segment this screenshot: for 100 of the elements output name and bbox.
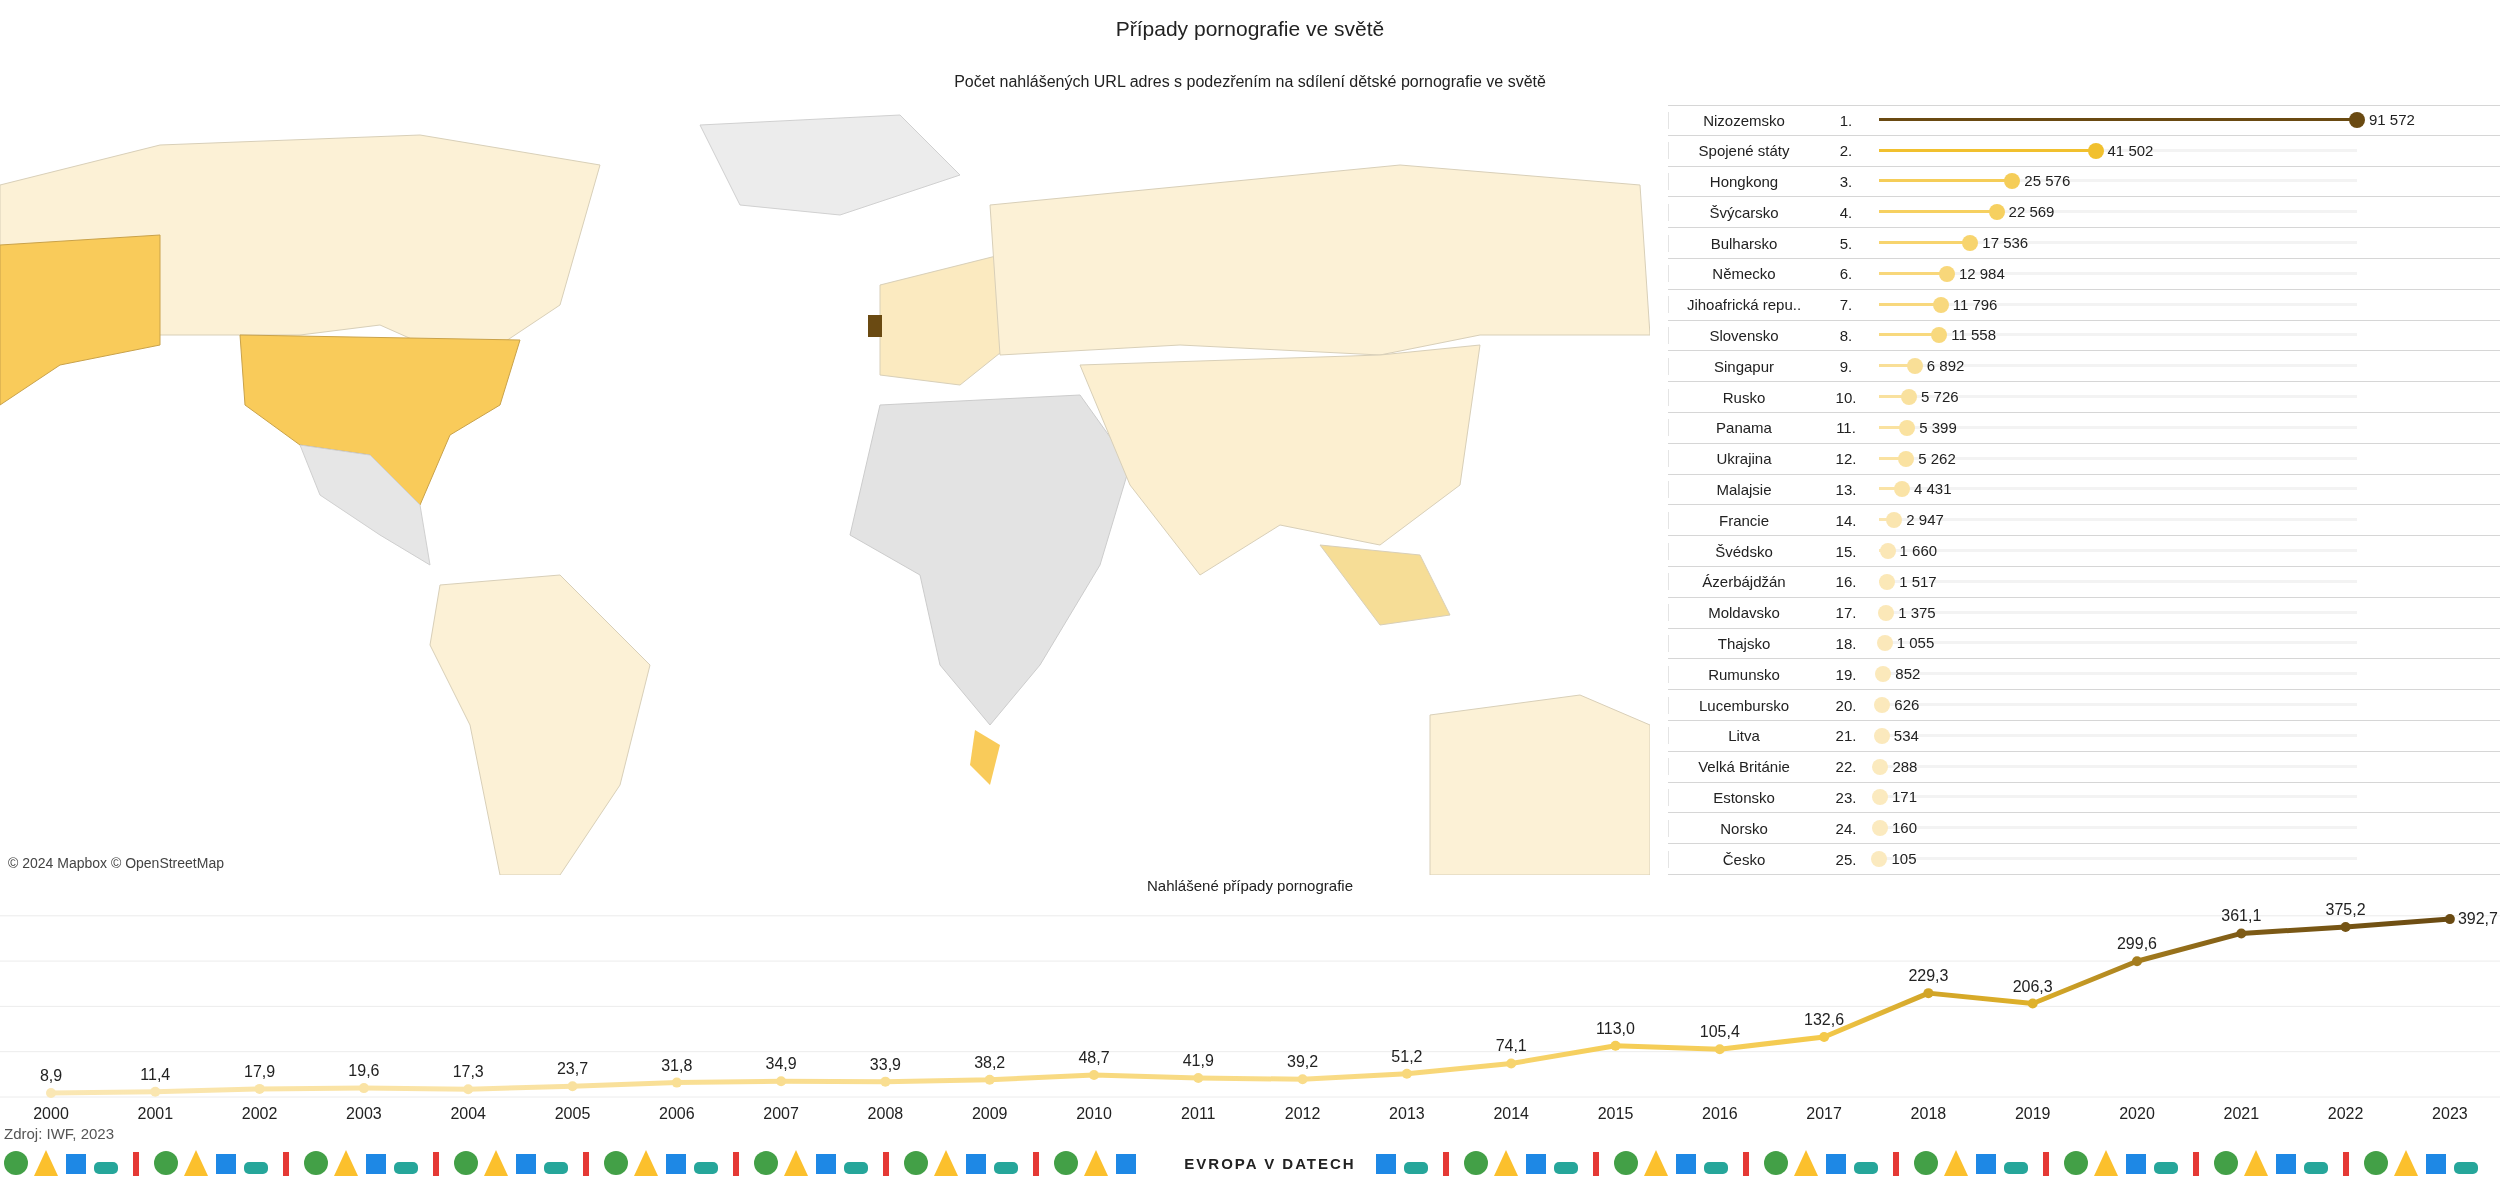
axis-label: 2021 bbox=[2223, 1104, 2260, 1122]
data-label: 17,9 bbox=[244, 1062, 276, 1080]
axis-label: 2019 bbox=[2014, 1104, 2051, 1122]
lollipop-dot bbox=[1875, 666, 1892, 683]
axis-label: 2023 bbox=[2432, 1104, 2468, 1122]
value-label: 852 bbox=[1895, 665, 1921, 684]
rank-number: 11. bbox=[1835, 419, 1857, 437]
rank-number: 1. bbox=[1838, 111, 1854, 129]
rank-number: 7. bbox=[1838, 296, 1854, 314]
lollipop-dot bbox=[2349, 112, 2365, 129]
map-attribution: © 2024 Mapbox © OpenStreetMap bbox=[8, 855, 224, 871]
rank-number: 25. bbox=[1834, 850, 1858, 868]
data-point bbox=[2027, 998, 2038, 1009]
country-name: Ukrajina bbox=[1668, 450, 1819, 468]
data-point bbox=[1714, 1044, 1725, 1055]
data-point bbox=[254, 1083, 265, 1094]
axis-label: 2002 bbox=[241, 1104, 278, 1122]
data-point bbox=[1089, 1069, 1099, 1080]
lollipop-dot bbox=[1876, 635, 1893, 652]
lollipop-dot bbox=[1962, 235, 1979, 252]
lollipop-dot bbox=[1878, 604, 1895, 621]
value-label: 2 947 bbox=[1906, 511, 1944, 530]
data-label: 39,2 bbox=[1287, 1053, 1319, 1071]
chart-title: Nahlášené případy pornografie bbox=[1146, 876, 1354, 896]
axis-label: 2017 bbox=[1806, 1104, 1842, 1122]
data-label: 33,9 bbox=[869, 1055, 901, 1073]
country-name: Malajsie bbox=[1668, 480, 1819, 498]
value-label: 160 bbox=[1891, 819, 1917, 838]
lollipop-dot bbox=[1873, 727, 1890, 744]
data-label: 74,1 bbox=[1495, 1037, 1527, 1055]
data-label: 132,6 bbox=[1804, 1010, 1845, 1028]
country-name: Švédsko bbox=[1668, 542, 1819, 560]
country-name: Hongkong bbox=[1668, 173, 1819, 190]
value-label: 11 796 bbox=[1952, 295, 1998, 314]
data-point bbox=[463, 1084, 474, 1094]
lollipop-dot bbox=[1872, 758, 1889, 775]
value-label: 5 262 bbox=[1918, 449, 1956, 468]
country-name: Česko bbox=[1668, 850, 1819, 868]
data-point bbox=[2444, 913, 2455, 924]
rank-number: 20. bbox=[1834, 696, 1858, 714]
country-name: Rusko bbox=[1668, 388, 1819, 406]
axis-label: 2007 bbox=[763, 1104, 799, 1122]
country-name: Nizozemsko bbox=[1668, 111, 1819, 129]
axis-label: 2022 bbox=[2327, 1104, 2364, 1122]
axis-label: 2013 bbox=[1389, 1104, 1425, 1122]
lollipop-dot bbox=[1938, 265, 1955, 282]
rank-number: 5. bbox=[1838, 234, 1854, 252]
rank-number: 6. bbox=[1838, 265, 1854, 283]
lollipop-dot bbox=[1871, 789, 1888, 806]
rank-number: 14. bbox=[1834, 511, 1858, 529]
lollipop-dot bbox=[1879, 573, 1896, 590]
data-point bbox=[1819, 1031, 1830, 1042]
rank-number: 13. bbox=[1834, 480, 1858, 498]
country-name: Lucembursko bbox=[1668, 696, 1819, 714]
map-title: Počet nahlášených URL adres s podezřením na sdílení dětské pornografie ve světě bbox=[953, 71, 1547, 92]
lollipop-dot bbox=[1871, 820, 1888, 837]
country-name: Litva bbox=[1668, 727, 1819, 745]
country-name: Jihoafrická repu.. bbox=[1668, 296, 1819, 314]
rank-number: 23. bbox=[1834, 788, 1858, 806]
lollipop-dot bbox=[1879, 543, 1896, 560]
axis-label: 2018 bbox=[1910, 1104, 1947, 1122]
axis-label: 2001 bbox=[137, 1104, 174, 1122]
value-label: 1 517 bbox=[1899, 572, 1937, 591]
data-point bbox=[1923, 987, 1934, 998]
country-name: Německo bbox=[1668, 265, 1819, 283]
value-label: 11 558 bbox=[1951, 326, 1996, 345]
data-point bbox=[358, 1082, 369, 1093]
rank-number: 2. bbox=[1838, 142, 1854, 160]
value-label: 1 660 bbox=[1899, 542, 1938, 561]
value-label: 41 502 bbox=[2107, 141, 2154, 160]
lollipop-dot bbox=[1931, 327, 1948, 344]
value-label: 25 576 bbox=[2024, 172, 2071, 191]
value-label: 626 bbox=[1894, 696, 1920, 715]
rank-number: 3. bbox=[1838, 173, 1854, 190]
value-label: 6 892 bbox=[1926, 357, 1965, 376]
lollipop-dot bbox=[2004, 173, 2021, 190]
logo-text: EVROPA V DATECH bbox=[1183, 1154, 1357, 1172]
data-label: 299,6 bbox=[2117, 935, 2157, 953]
data-label: 229,3 bbox=[1908, 966, 1949, 984]
country-name: Velká Británie bbox=[1668, 758, 1819, 776]
country-name: Slovensko bbox=[1668, 326, 1819, 344]
data-label: 392,7 bbox=[2457, 909, 2498, 927]
value-label: 12 984 bbox=[1958, 264, 2005, 283]
data-point bbox=[2132, 956, 2142, 967]
lollipop-dot bbox=[1899, 419, 1916, 436]
data-point bbox=[984, 1074, 995, 1085]
data-point bbox=[567, 1081, 578, 1092]
data-point bbox=[1506, 1058, 1517, 1069]
data-label: 34,9 bbox=[765, 1055, 797, 1072]
data-label: 8,9 bbox=[39, 1066, 63, 1084]
rank-number: 4. bbox=[1838, 203, 1854, 221]
rank-number: 8. bbox=[1838, 326, 1854, 344]
rank-number: 18. bbox=[1834, 634, 1858, 652]
rank-number: 24. bbox=[1834, 819, 1858, 837]
axis-label: 2015 bbox=[1597, 1104, 1634, 1122]
rank-number: 17. bbox=[1834, 604, 1858, 622]
lollipop-dot bbox=[1988, 204, 2005, 221]
value-label: 288 bbox=[1892, 757, 1918, 776]
lollipop-dot bbox=[1886, 512, 1903, 529]
lollipop-dot bbox=[1871, 851, 1888, 867]
